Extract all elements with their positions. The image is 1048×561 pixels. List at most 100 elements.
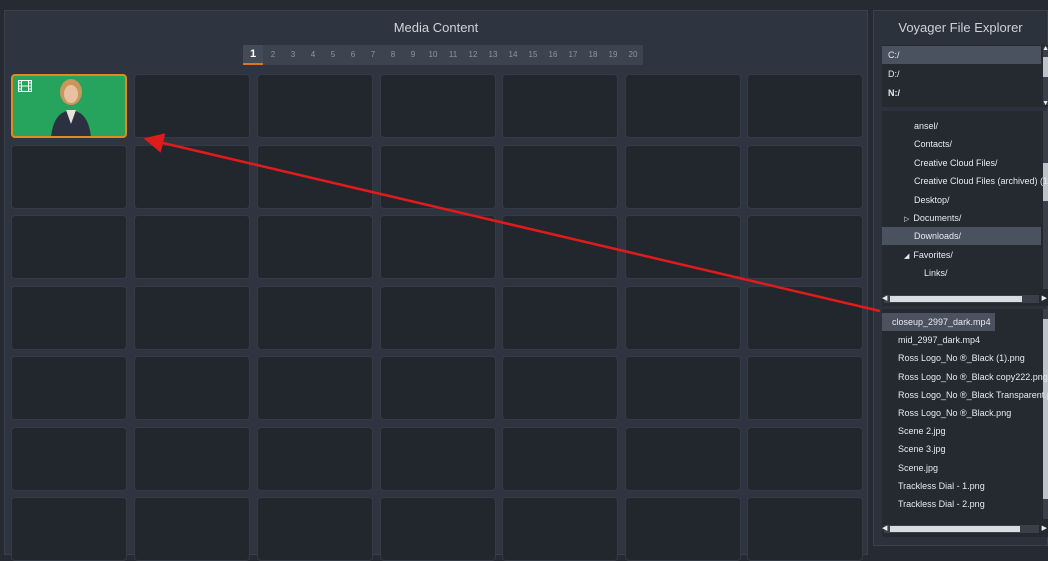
media-tile[interactable] (257, 215, 373, 279)
media-tile[interactable] (625, 145, 741, 209)
folder-item[interactable]: Links/ (882, 264, 1041, 282)
page-tab-3[interactable]: 3 (283, 45, 303, 65)
page-tab-12[interactable]: 12 (463, 45, 483, 65)
folder-item[interactable]: Creative Cloud Files (archived) (1)/ (882, 172, 1048, 190)
media-tile[interactable] (11, 497, 127, 561)
scroll-left-icon[interactable]: ◀ (882, 294, 887, 302)
folder-item[interactable]: ansel/ (882, 117, 1041, 135)
media-tile[interactable] (380, 356, 496, 420)
media-tile[interactable] (134, 215, 250, 279)
drive-item[interactable]: C:/ (882, 46, 1041, 64)
page-tab-13[interactable]: 13 (483, 45, 503, 65)
file-item[interactable]: Ross Logo_No ®_Black copy222.png (882, 368, 1048, 386)
file-item[interactable]: Ross Logo_No ®_Black (1).png (882, 349, 1041, 367)
media-tile[interactable] (502, 497, 618, 561)
media-tile[interactable] (257, 74, 373, 138)
file-item[interactable]: Ross Logo_No ®_Black Transparent.png (882, 386, 1048, 404)
media-tile[interactable] (11, 145, 127, 209)
media-tile[interactable] (11, 215, 127, 279)
expand-arrow-icon[interactable]: ▷ (904, 216, 909, 223)
media-tile[interactable] (502, 74, 618, 138)
media-tile[interactable] (380, 427, 496, 491)
page-tab-11[interactable]: 11 (443, 45, 463, 65)
media-tile[interactable] (134, 427, 250, 491)
page-tab-18[interactable]: 18 (583, 45, 603, 65)
files-scrollbar[interactable] (1043, 309, 1048, 519)
folder-item[interactable]: Desktop/ (882, 191, 1041, 209)
file-item[interactable]: mid_2997_dark.mp4 (882, 331, 1041, 349)
drives-scrollbar[interactable] (1043, 47, 1048, 105)
media-tile[interactable] (747, 286, 863, 350)
page-tab-17[interactable]: 17 (563, 45, 583, 65)
page-tab-14[interactable]: 14 (503, 45, 523, 65)
media-tile[interactable] (747, 145, 863, 209)
media-tile[interactable] (11, 286, 127, 350)
media-tile[interactable] (502, 145, 618, 209)
scroll-down-icon[interactable]: ▼ (1042, 100, 1048, 107)
folders-scrollbar[interactable] (1043, 111, 1048, 289)
media-tile[interactable] (625, 427, 741, 491)
file-item[interactable]: closeup_2997_dark.mp4 (882, 313, 995, 331)
folder-item[interactable]: Contacts/ (882, 135, 1041, 153)
file-item[interactable]: Scene 2.jpg (882, 422, 1041, 440)
media-tile[interactable] (134, 497, 250, 561)
folder-item[interactable]: Downloads/ (882, 227, 1041, 246)
folders-hscrollbar[interactable] (884, 295, 1039, 303)
scroll-right-icon[interactable]: ▶ (1042, 524, 1047, 532)
media-tile[interactable] (747, 74, 863, 138)
media-tile[interactable] (257, 427, 373, 491)
page-tab-5[interactable]: 5 (323, 45, 343, 65)
scroll-right-icon[interactable]: ▶ (1042, 294, 1047, 302)
media-tile[interactable] (502, 215, 618, 279)
media-tile[interactable] (625, 215, 741, 279)
page-tab-6[interactable]: 6 (343, 45, 363, 65)
media-tile[interactable] (257, 497, 373, 561)
media-tile[interactable] (747, 215, 863, 279)
media-tile[interactable] (257, 286, 373, 350)
page-tab-7[interactable]: 7 (363, 45, 383, 65)
media-tile[interactable] (747, 497, 863, 561)
media-tile[interactable] (625, 356, 741, 420)
media-tile[interactable] (134, 74, 250, 138)
media-tile[interactable] (625, 286, 741, 350)
page-tab-20[interactable]: 20 (623, 45, 643, 65)
file-item[interactable]: Ross Logo_No ®_Black.png (882, 404, 1041, 422)
page-tab-16[interactable]: 16 (543, 45, 563, 65)
page-tab-4[interactable]: 4 (303, 45, 323, 65)
page-tab-8[interactable]: 8 (383, 45, 403, 65)
media-tile[interactable] (747, 427, 863, 491)
collapse-arrow-icon[interactable]: ◢ (904, 253, 909, 260)
media-tile[interactable] (380, 286, 496, 350)
media-tile[interactable] (134, 286, 250, 350)
media-tile[interactable] (502, 356, 618, 420)
page-tab-19[interactable]: 19 (603, 45, 623, 65)
media-tile[interactable] (11, 356, 127, 420)
folder-item[interactable]: ▷ Documents/ (882, 209, 1041, 227)
folder-item[interactable]: ◢ Favorites/ (882, 246, 1041, 264)
media-tile[interactable] (380, 215, 496, 279)
media-tile[interactable] (11, 74, 127, 138)
media-tile[interactable] (380, 497, 496, 561)
file-item[interactable]: Trackless Dial - 1.png (882, 477, 1041, 495)
media-tile[interactable] (380, 74, 496, 138)
file-item[interactable]: Scene 3.jpg (882, 440, 1041, 458)
file-item[interactable]: Scene.jpg (882, 459, 1041, 477)
file-item[interactable]: Trackless Dial - 2.png (882, 495, 1041, 513)
media-tile[interactable] (134, 145, 250, 209)
media-tile[interactable] (502, 286, 618, 350)
folder-item[interactable]: Creative Cloud Files/ (882, 154, 1041, 172)
media-tile[interactable] (502, 427, 618, 491)
scroll-left-icon[interactable]: ◀ (882, 524, 887, 532)
page-tab-15[interactable]: 15 (523, 45, 543, 65)
media-tile[interactable] (11, 427, 127, 491)
page-tab-2[interactable]: 2 (263, 45, 283, 65)
page-tab-9[interactable]: 9 (403, 45, 423, 65)
media-tile[interactable] (380, 145, 496, 209)
media-tile[interactable] (747, 356, 863, 420)
media-tile[interactable] (257, 356, 373, 420)
media-tile[interactable] (257, 145, 373, 209)
media-tile[interactable] (625, 74, 741, 138)
files-hscrollbar[interactable] (884, 525, 1039, 533)
media-tile[interactable] (134, 356, 250, 420)
drive-item[interactable]: D:/ (882, 65, 1041, 83)
